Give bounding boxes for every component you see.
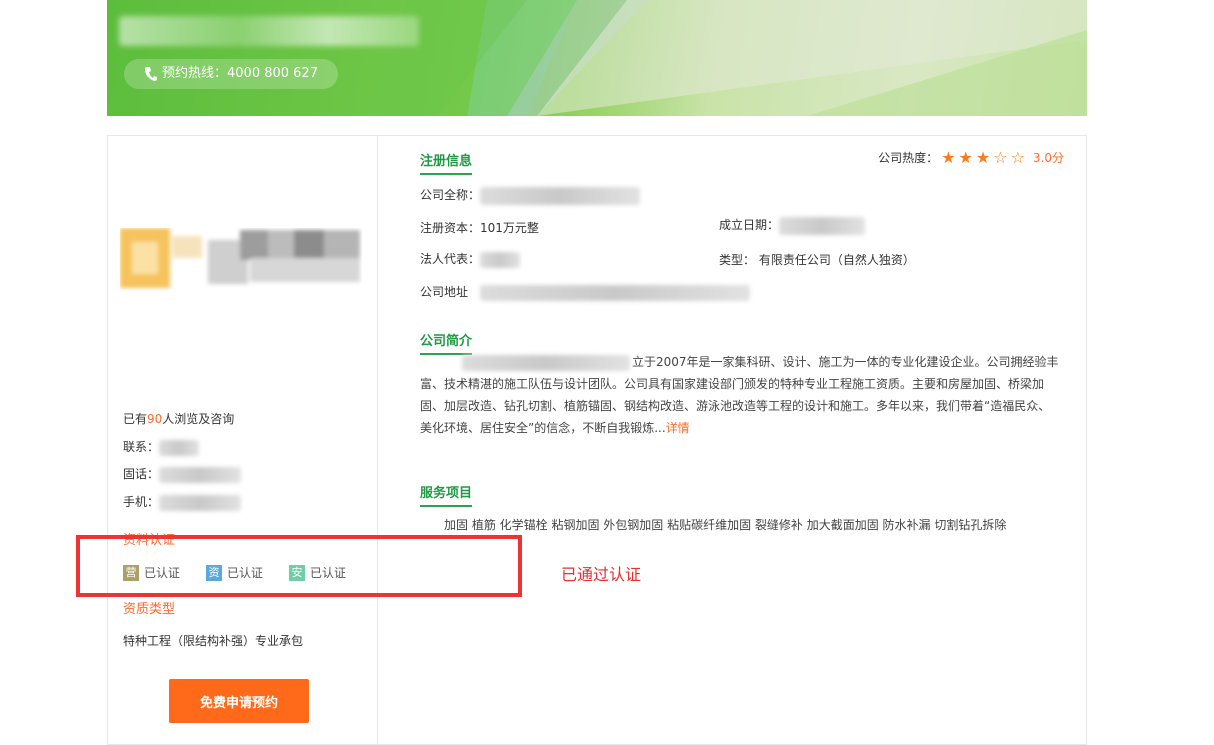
address-blurred xyxy=(480,284,751,301)
qual-section-title: 资质类型 xyxy=(123,602,176,617)
legal-rep-row: 法人代表： xyxy=(420,250,521,268)
services-list: 加固 植筋 化学锚栓 粘钢加固 外包钢加固 粘贴碳纤维加固 裂缝修补 加大截面加… xyxy=(444,518,1007,532)
right-panel: 注册信息 公司热度： ★ ★ ★ ☆ ☆ 3.0分 公司全称： 注册资本：101… xyxy=(378,136,1086,744)
company-logo-blurred xyxy=(120,228,360,288)
hotline-badge[interactable]: 预约热线：4000 800 627 xyxy=(124,59,338,89)
intro-name-blurred xyxy=(462,354,630,371)
intro-more-link[interactable]: 详情 xyxy=(666,421,690,435)
founded-row: 成立日期： xyxy=(719,216,866,235)
company-heat: 公司热度： ★ ★ ★ ☆ ☆ 3.0分 xyxy=(878,148,1064,167)
landline-row: 固话： xyxy=(123,465,242,483)
company-banner: 预约热线：4000 800 627 xyxy=(107,0,1087,116)
star-filled-icon: ★ xyxy=(975,148,991,167)
views-info: 已有90人浏览及咨询 xyxy=(123,412,235,426)
legal-rep-blurred xyxy=(480,251,521,268)
annotation-text: 已通过认证 xyxy=(561,565,642,584)
phone-icon xyxy=(145,67,157,81)
star-empty-icon: ☆ xyxy=(1010,148,1025,167)
mobile-value-blurred xyxy=(159,494,242,511)
full-name-row: 公司全称： xyxy=(420,186,641,205)
company-name-blurred xyxy=(119,16,419,46)
views-count: 90 xyxy=(147,412,163,426)
star-filled-icon: ★ xyxy=(941,148,956,167)
annotation-highlight-box xyxy=(76,535,522,597)
address-row: 公司地址 xyxy=(420,283,751,301)
qual-value: 特种工程（限结构补强）专业承包 xyxy=(123,634,304,648)
free-appointment-button[interactable]: 免费申请预约 xyxy=(169,679,309,723)
star-filled-icon: ★ xyxy=(958,148,973,167)
company-intro: 立于2007年是一家集科研、设计、施工为一体的专业化建设企业。公司拥经验丰富、技… xyxy=(420,351,1060,439)
services-title: 服务项目 xyxy=(420,482,473,507)
contact-value-blurred xyxy=(159,439,200,456)
contact-row: 联系： xyxy=(123,438,200,456)
full-name-blurred xyxy=(480,186,641,205)
company-detail-card: 已有90人浏览及咨询 联系： 固话： 手机： 资料认证 营 已认证 资 已认证 … xyxy=(107,135,1087,745)
registered-capital: 注册资本：101万元整 xyxy=(420,221,539,235)
mobile-row: 手机： xyxy=(123,493,242,511)
hotline-text: 预约热线：4000 800 627 xyxy=(162,66,318,81)
founded-date-blurred xyxy=(779,216,866,235)
company-type: 类型： 有限责任公司（自然人独资） xyxy=(719,253,915,267)
star-empty-icon: ☆ xyxy=(993,148,1008,167)
registration-title: 注册信息 xyxy=(420,150,473,175)
landline-value-blurred xyxy=(159,466,242,483)
left-panel: 已有90人浏览及咨询 联系： 固话： 手机： 资料认证 营 已认证 资 已认证 … xyxy=(108,136,378,744)
heat-score: 3.0分 xyxy=(1032,151,1064,165)
